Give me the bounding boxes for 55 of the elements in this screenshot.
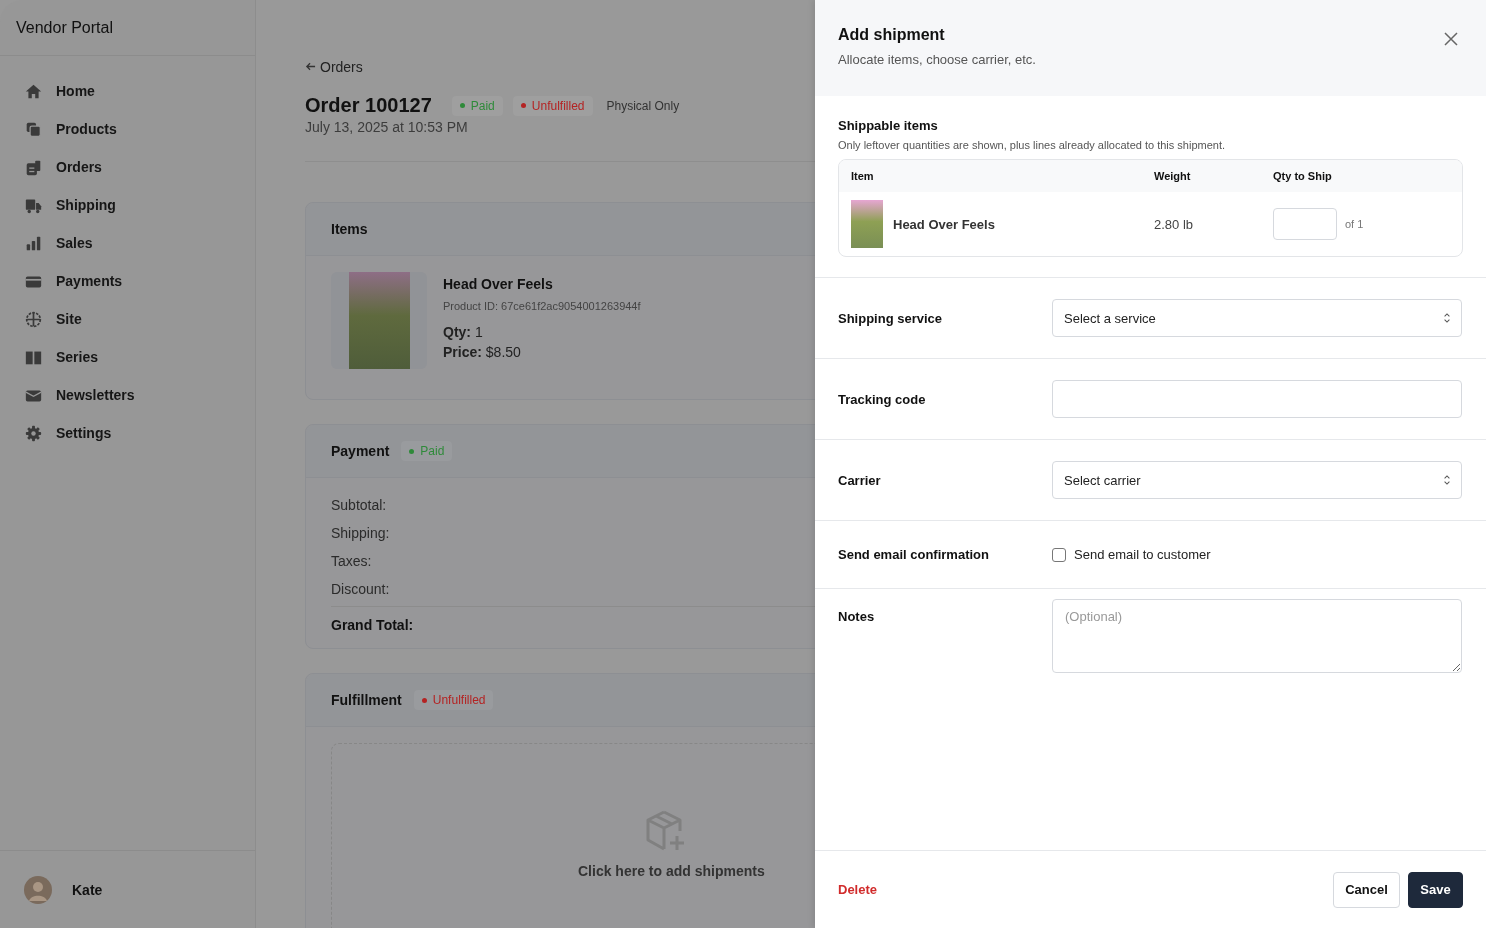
column-header: Weight (1154, 170, 1191, 182)
save-button[interactable]: Save (1408, 871, 1463, 908)
card-title: Items (331, 221, 368, 237)
user-name: Kate (72, 881, 103, 898)
section-title: Shippable items (838, 118, 939, 133)
nav-item[interactable]: Home (0, 72, 105, 110)
delete-button[interactable]: Delete (838, 878, 878, 901)
back-link[interactable]: Orders (305, 58, 363, 75)
price-label: Price: (443, 344, 482, 360)
nav-item[interactable]: Sales (0, 224, 103, 262)
payment-line-label: Shipping: (331, 524, 391, 543)
qty-label: Qty: (443, 324, 471, 340)
nav-item[interactable]: Payments (0, 262, 133, 300)
checkbox-label: Send email to customer (1074, 547, 1211, 562)
status-badge: Paid (451, 95, 503, 116)
field-label: Notes (838, 609, 876, 624)
product-id: Product ID: 67ce61f2ac9054001263944f (443, 300, 641, 312)
order-type-label: Physical Only (606, 98, 680, 113)
status-badge: Unfulfilled (413, 690, 494, 710)
card-title: Payment (331, 443, 390, 459)
nav-item[interactable]: Settings (0, 414, 122, 452)
field-label: Tracking code (838, 391, 927, 407)
order-title: Order 100127 (305, 94, 432, 117)
field-label: Send email confirmation (838, 547, 990, 562)
panel-subtitle: Allocate items, choose carrier, etc. (838, 52, 1036, 67)
nav-item[interactable]: Site (0, 300, 92, 338)
section-note: Only leftover quantities are shown, plus lines already allocated to this shipment. (838, 139, 1227, 151)
payment-line-label: Taxes: (331, 552, 373, 571)
nav-item[interactable]: Newsletters (0, 376, 145, 414)
nav-item[interactable]: Products (0, 110, 127, 148)
qty-value: 1 (474, 324, 483, 340)
field-label: Shipping service (838, 310, 944, 326)
status-badge: Paid (401, 441, 453, 461)
app-title: Vendor Portal (0, 0, 255, 56)
nav-item[interactable]: Series (0, 338, 109, 376)
status-badge: Unfulfilled (512, 95, 593, 116)
order-date: July 13, 2025 at 10:53 PM (305, 119, 469, 135)
price-value: $8.50 (485, 344, 521, 360)
product-name: Head Over Feels (443, 276, 554, 292)
notes-input[interactable]: (Optional) (1052, 599, 1462, 673)
column-header: Item (851, 170, 874, 182)
nav-item[interactable]: Shipping (0, 186, 126, 224)
column-header: Qty to Ship (1273, 170, 1332, 182)
card-title: Fulfillment (331, 692, 402, 708)
table-cell-text: 2.80 lb (1154, 216, 1195, 232)
select-field[interactable]: Select carrier (1052, 461, 1462, 499)
table-cell: Head Over Feels (893, 216, 995, 232)
payment-line-label: Discount: (331, 580, 391, 599)
field-label: Carrier (838, 472, 882, 488)
panel-title: Add shipment (838, 26, 946, 44)
cancel-button[interactable]: Cancel (1333, 871, 1400, 908)
quantity-max: of 1 (1345, 218, 1364, 230)
nav-item[interactable]: Orders (0, 148, 112, 186)
payment-line-label: Subtotal: (331, 496, 388, 515)
select-field[interactable]: Select a service (1052, 299, 1462, 337)
